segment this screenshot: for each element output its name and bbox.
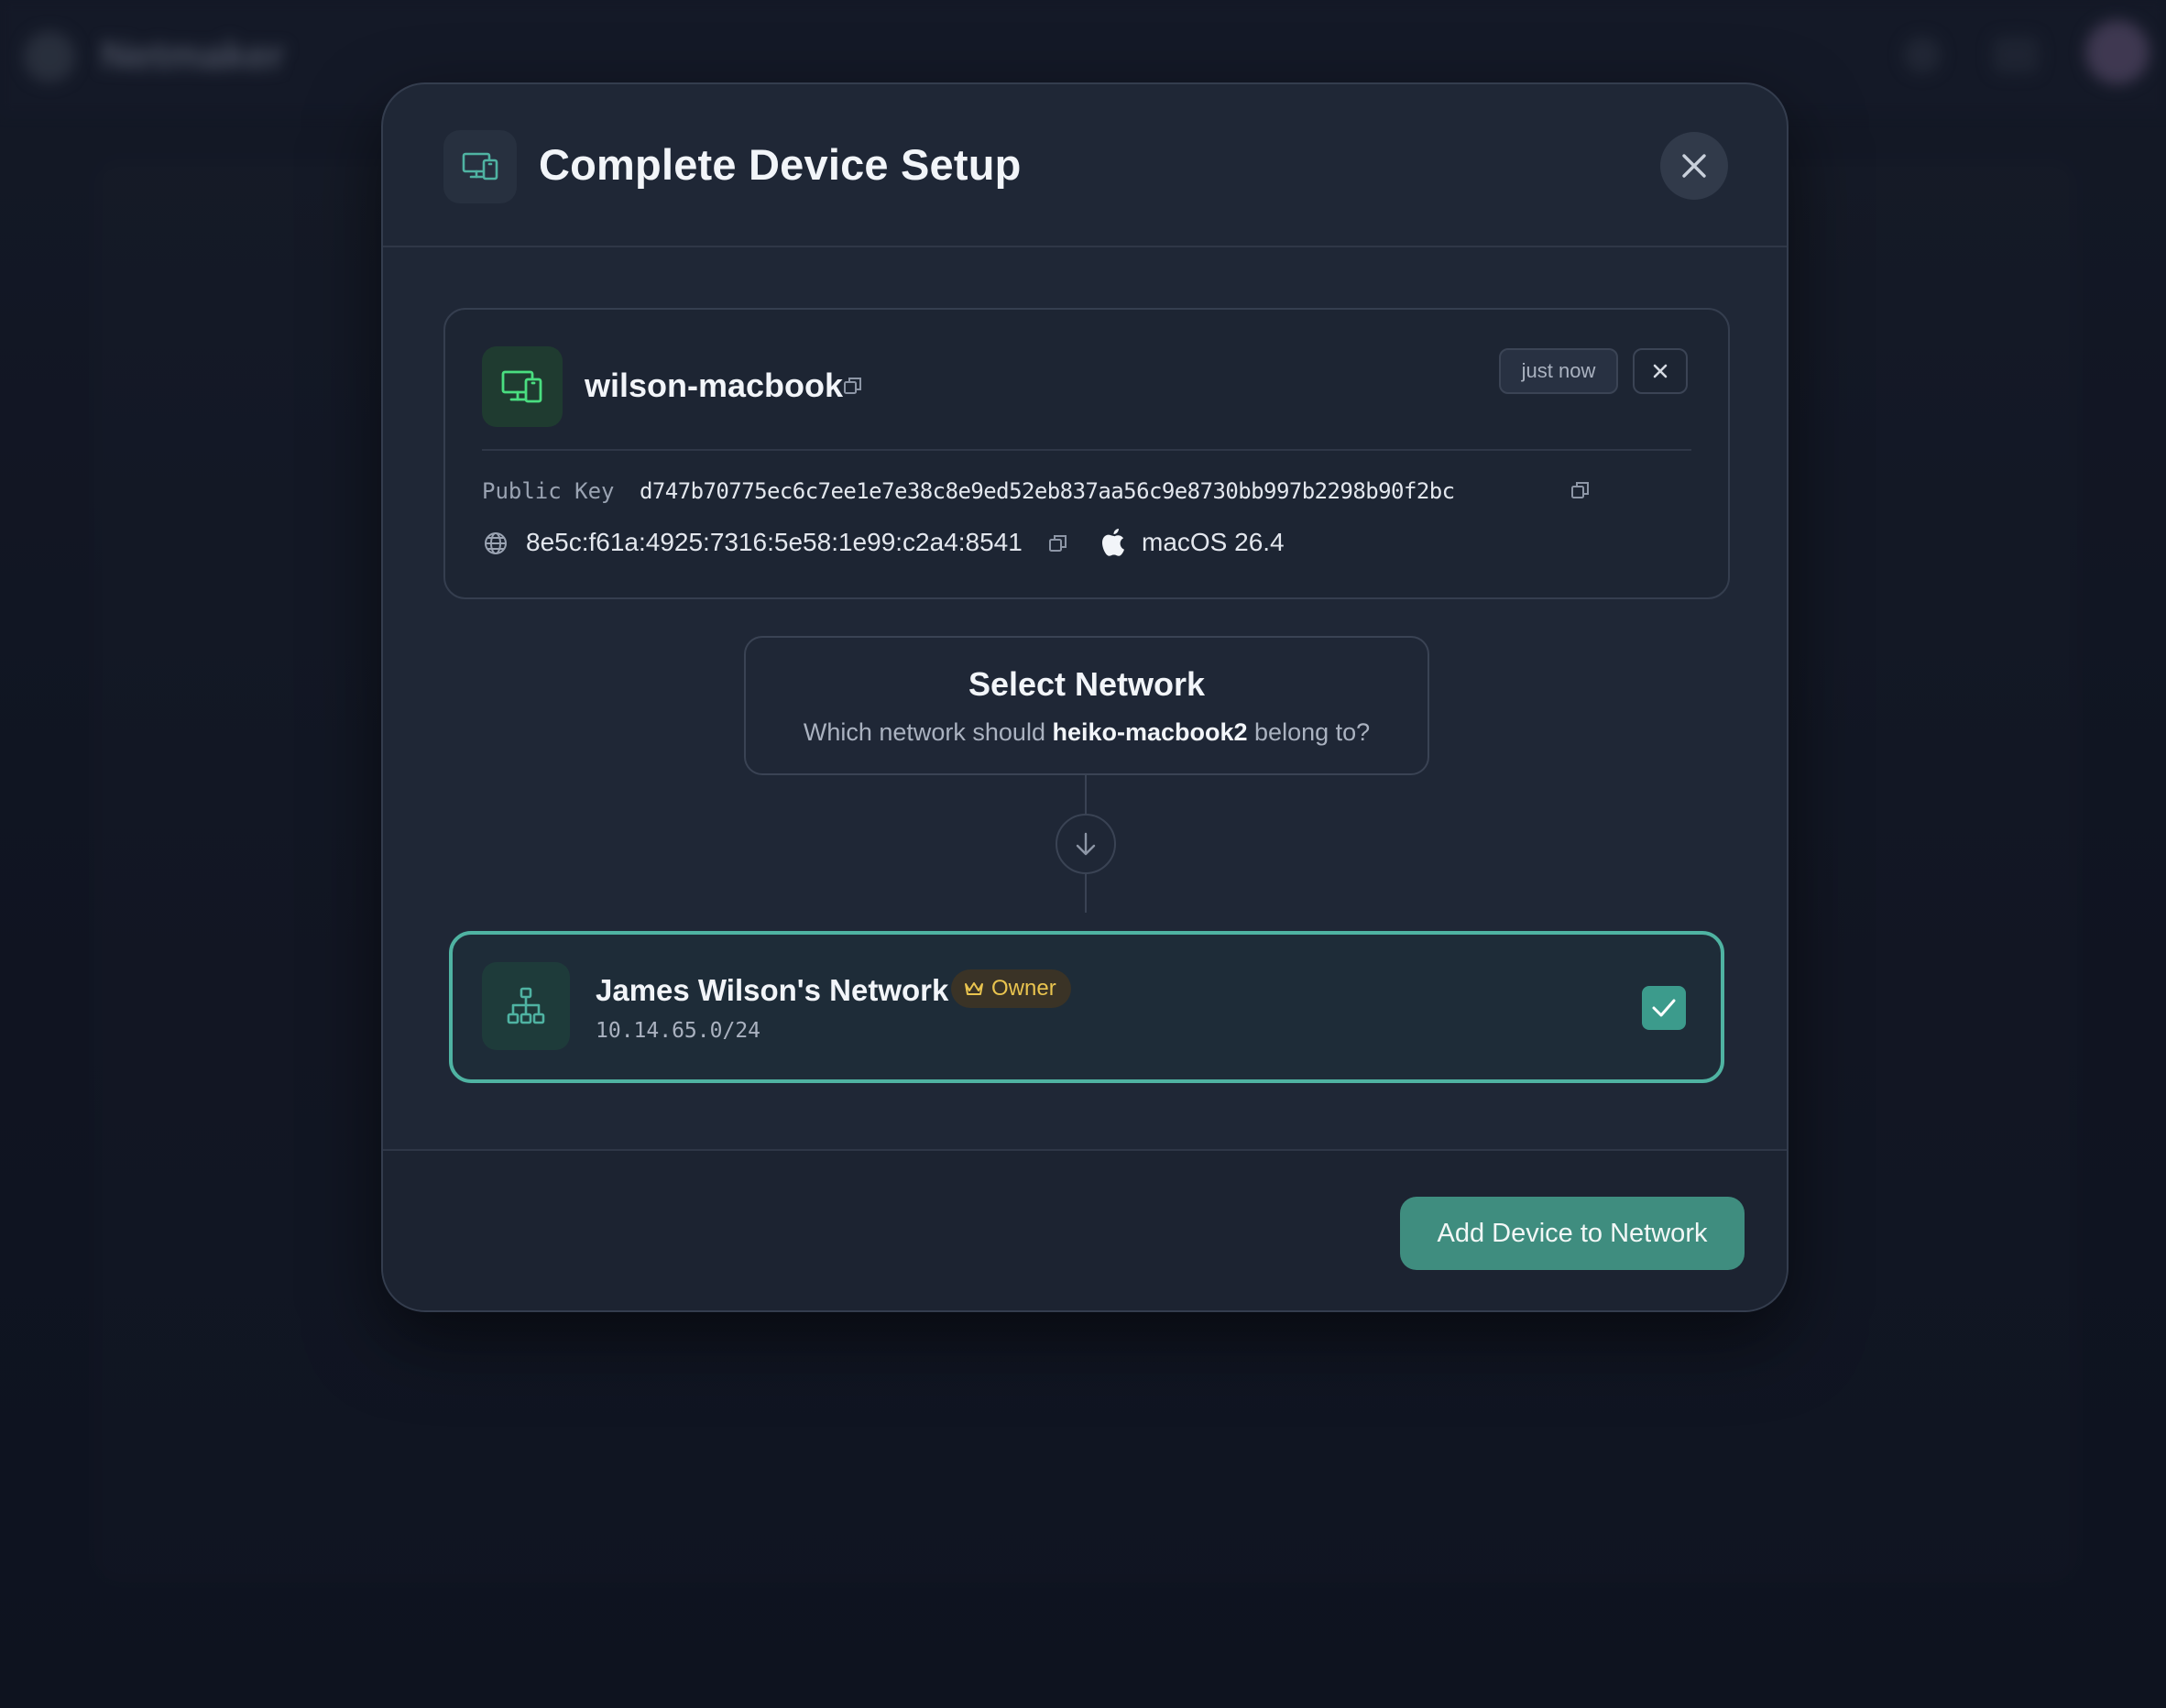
flow-connector [1085,874,1087,913]
device-ip-address: 8e5c:f61a:4925:7316:5e58:1e99:c2a4:8541 [526,528,1023,556]
subtitle-suffix: belong to? [1247,718,1371,746]
subtitle-device-name: heiko-macbook2 [1052,718,1248,746]
modal-footer: Add Device to Network [383,1149,1787,1310]
network-option[interactable]: James Wilson's Network Owner 10.14.65.0/… [449,931,1724,1083]
selected-checkbox[interactable] [1642,986,1686,1030]
select-network-box: Select Network Which network should heik… [744,636,1429,775]
network-name: James Wilson's Network [596,973,949,1007]
dismiss-device-button[interactable] [1633,348,1688,394]
subtitle-prefix: Which network should [803,718,1053,746]
public-key-value: d747b70775ec6c7ee1e7e38c8e9ed52eb837aa56… [640,478,1455,504]
select-network-subtitle: Which network should heiko-macbook2 belo… [746,718,1428,747]
globe-icon [482,530,509,557]
crown-icon [965,982,983,995]
device-card: wilson-macbook just now Public Key d747b… [443,308,1730,599]
devices-icon [443,130,517,203]
owner-badge-label: Owner [991,976,1056,1001]
apple-icon [1099,526,1129,559]
network-cidr: 10.14.65.0/24 [596,1019,761,1043]
copy-public-key-icon[interactable] [1569,478,1592,502]
card-divider [482,449,1691,451]
device-icon [482,346,563,427]
time-badge: just now [1499,348,1618,394]
public-key-label: Public Key [482,478,615,504]
close-icon [1653,364,1668,378]
add-device-to-network-button[interactable]: Add Device to Network [1400,1197,1745,1270]
network-icon [482,962,570,1050]
select-network-title: Select Network [968,665,1206,703]
close-modal-button[interactable] [1660,132,1728,200]
owner-badge: Owner [951,969,1071,1008]
device-os: macOS 26.4 [1142,528,1285,556]
modal-title: Complete Device Setup [539,140,1022,189]
flow-connector [1085,775,1087,814]
close-icon [1682,154,1706,178]
arrow-down-icon [1056,814,1116,874]
modal-header: Complete Device Setup [383,84,1787,247]
complete-device-setup-modal: Complete Device Setup wilson-macbook jus… [381,82,1789,1312]
check-icon [1652,999,1676,1017]
copy-device-name-icon[interactable] [841,374,865,398]
copy-ip-icon[interactable] [1046,531,1070,555]
device-name: wilson-macbook [585,367,844,404]
